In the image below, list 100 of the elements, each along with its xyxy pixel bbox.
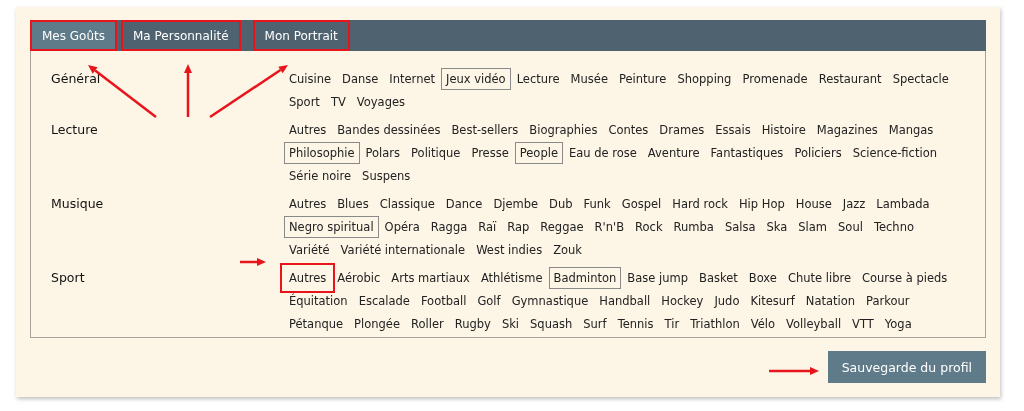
tab[interactable]: Mon Portrait	[252, 20, 350, 51]
interest-tag[interactable]: Dub	[544, 193, 578, 215]
interest-tag[interactable]: Best-sellers	[446, 119, 524, 141]
interest-tag[interactable]: Blues	[332, 193, 374, 215]
interest-tag[interactable]: Magazines	[811, 119, 883, 141]
interest-tag[interactable]: Aventure	[642, 142, 705, 164]
interest-tag[interactable]: Lecture	[511, 68, 565, 90]
interest-tag[interactable]: Essais	[710, 119, 756, 141]
interest-tag[interactable]: Reggae	[535, 216, 589, 238]
interest-tag[interactable]: Soul	[833, 216, 868, 238]
interest-tag[interactable]: Parkour	[861, 290, 915, 312]
interest-tag[interactable]: Djembe	[488, 193, 544, 215]
interest-tag[interactable]: Athlétisme	[475, 267, 548, 289]
interest-tag[interactable]: Raï	[473, 216, 502, 238]
interest-tag[interactable]: Autres	[284, 119, 332, 141]
save-button[interactable]: Sauvegarde du profil	[827, 351, 986, 383]
interest-tag[interactable]: Jazz	[837, 193, 871, 215]
interest-tag[interactable]: Spectacle	[887, 68, 954, 90]
interest-tag[interactable]: Escalade	[353, 290, 415, 312]
interest-tag[interactable]: Chute libre	[782, 267, 856, 289]
interest-tag[interactable]: Histoire	[756, 119, 811, 141]
interest-tag[interactable]: Volleyball	[781, 313, 847, 335]
interest-tag[interactable]: Slam	[793, 216, 833, 238]
interest-tag[interactable]: Pétanque	[284, 313, 349, 335]
interest-tag[interactable]: Base jump	[622, 267, 693, 289]
interest-tag[interactable]: Variété internationale	[335, 239, 471, 261]
interest-tag[interactable]: West indies	[471, 239, 548, 261]
interest-tag[interactable]: Yoga	[879, 313, 917, 335]
interest-tag[interactable]: Drames	[654, 119, 710, 141]
interest-tag[interactable]: Policiers	[789, 142, 847, 164]
interest-tag[interactable]: Techno	[868, 216, 919, 238]
interest-tag[interactable]: Suspens	[357, 165, 416, 187]
interest-tag[interactable]: Golf	[472, 290, 506, 312]
interest-tag[interactable]: Kitesurf	[745, 290, 800, 312]
interest-tag[interactable]: Negro spiritual	[284, 216, 379, 238]
interest-tag[interactable]: Gospel	[616, 193, 667, 215]
interest-tag[interactable]: Boxe	[743, 267, 782, 289]
interest-tag[interactable]: Bandes dessinées	[332, 119, 446, 141]
interest-tag[interactable]: Handball	[594, 290, 656, 312]
interest-tag[interactable]: Musée	[565, 68, 613, 90]
interest-tag[interactable]: Rugby	[449, 313, 496, 335]
interest-tag[interactable]: Presse	[466, 142, 514, 164]
interest-tag[interactable]: VTT	[847, 313, 879, 335]
interest-tag[interactable]: Ska	[761, 216, 793, 238]
interest-tag[interactable]: Philosophie	[284, 142, 360, 164]
interest-tag[interactable]: TV	[325, 91, 351, 113]
interest-tag[interactable]: Jeux vidéo	[441, 68, 511, 90]
interest-tag[interactable]: Gymnastique	[506, 290, 594, 312]
interest-tag[interactable]: Tennis	[612, 313, 659, 335]
interest-tag[interactable]: Basket	[694, 267, 743, 289]
interest-tag[interactable]: Restaurant	[813, 68, 887, 90]
interest-tag[interactable]: Hard rock	[667, 193, 733, 215]
interest-tag[interactable]: Peinture	[613, 68, 672, 90]
interest-tag[interactable]: Rap	[502, 216, 535, 238]
interest-tag[interactable]: Polars	[360, 142, 406, 164]
interest-tag[interactable]: Rock	[630, 216, 668, 238]
interest-tag[interactable]: Contes	[603, 119, 654, 141]
interest-tag[interactable]: Arts martiaux	[386, 267, 475, 289]
interest-tag[interactable]: Shopping	[672, 68, 737, 90]
interest-tag[interactable]: House	[790, 193, 837, 215]
interest-tag[interactable]: Variété	[284, 239, 335, 261]
interest-tag[interactable]: Danse	[337, 68, 384, 90]
interest-tag[interactable]: Triathlon	[685, 313, 745, 335]
interest-tag[interactable]: Science-fiction	[847, 142, 942, 164]
tab[interactable]: Mes Goûts	[30, 20, 117, 51]
interest-tag[interactable]: Dance	[440, 193, 488, 215]
interest-tag[interactable]: People	[514, 142, 563, 164]
interest-tag[interactable]: Roller	[406, 313, 449, 335]
interest-tag[interactable]: Football	[415, 290, 472, 312]
interest-tag[interactable]: Zouk	[548, 239, 587, 261]
interest-tag[interactable]: Autres	[284, 193, 332, 215]
interest-tag[interactable]: Plongée	[349, 313, 405, 335]
interest-tag[interactable]: Internet	[384, 68, 440, 90]
interest-tag[interactable]: Biographies	[524, 119, 603, 141]
interest-tag[interactable]: Aérobic	[332, 267, 386, 289]
interest-tag[interactable]: Sport	[284, 91, 325, 113]
interest-tag[interactable]: Opéra	[379, 216, 425, 238]
interest-tag[interactable]: Tir	[659, 313, 685, 335]
interest-tag[interactable]: Squash	[525, 313, 578, 335]
interest-tag[interactable]: Mangas	[883, 119, 939, 141]
interest-tag[interactable]: Lambada	[871, 193, 935, 215]
interest-tag[interactable]: Rumba	[668, 216, 719, 238]
interest-tag[interactable]: Politique	[406, 142, 466, 164]
interest-tag[interactable]: Cuisine	[284, 68, 337, 90]
interest-tag[interactable]: Classique	[374, 193, 440, 215]
interest-tag[interactable]: R'n'B	[589, 216, 630, 238]
interest-tag[interactable]: Ski	[496, 313, 525, 335]
interest-tag[interactable]: Course à pieds	[857, 267, 953, 289]
interest-tag[interactable]: Eau de rose	[563, 142, 642, 164]
interest-tag[interactable]: Voyages	[351, 91, 410, 113]
interest-tag[interactable]: Judo	[709, 290, 745, 312]
interest-tag[interactable]: Hip Hop	[733, 193, 790, 215]
interest-tag[interactable]: Vélo	[745, 313, 781, 335]
interest-tag[interactable]: Hockey	[656, 290, 709, 312]
interest-tag[interactable]: Série noire	[284, 165, 357, 187]
interest-tag[interactable]: Fantastiques	[705, 142, 789, 164]
interest-tag[interactable]: Équitation	[284, 290, 353, 312]
tab[interactable]: Ma Personnalité	[121, 20, 241, 51]
interest-tag[interactable]: Funk	[578, 193, 616, 215]
interest-tag[interactable]: Ragga	[425, 216, 473, 238]
